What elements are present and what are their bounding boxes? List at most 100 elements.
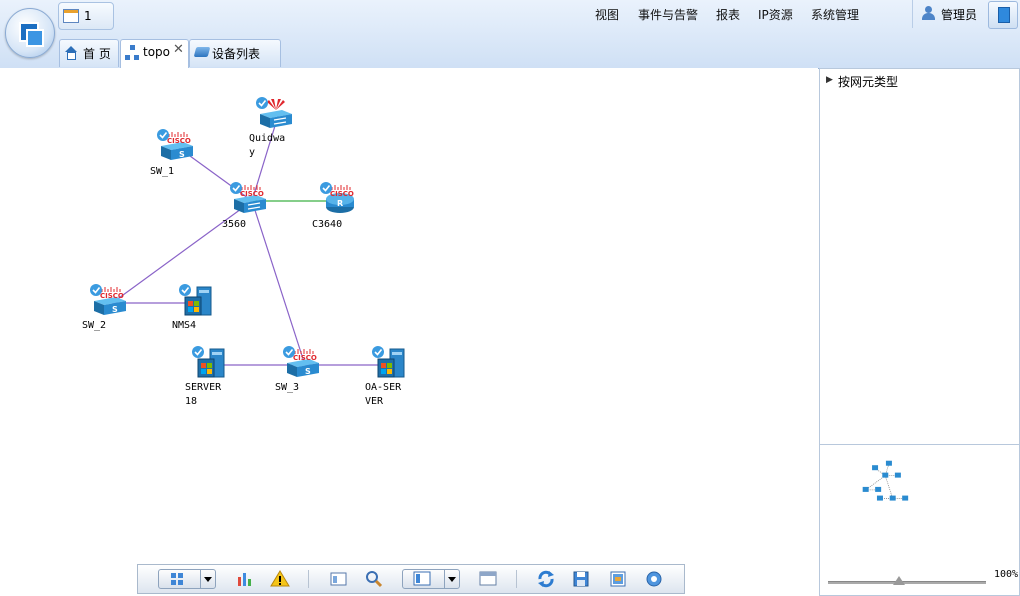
minimap-node bbox=[876, 495, 883, 501]
svg-text:CISCO: CISCO bbox=[167, 137, 191, 145]
minimap-node bbox=[875, 486, 882, 492]
zoom-slider[interactable] bbox=[828, 576, 986, 585]
status-ok-icon bbox=[230, 182, 242, 194]
minimap-node bbox=[902, 495, 909, 501]
device-node-server18[interactable] bbox=[192, 345, 232, 381]
server-icon bbox=[179, 284, 212, 316]
device-label: 3560 bbox=[222, 219, 247, 230]
status-ok-icon bbox=[372, 346, 384, 358]
device-node-c3560[interactable]: CISCO bbox=[230, 181, 270, 217]
view-icon bbox=[413, 571, 431, 586]
expand-arrow-icon[interactable]: ▶ bbox=[826, 75, 833, 85]
window-icon bbox=[479, 571, 497, 586]
tab-home[interactable]: 首 页 bbox=[59, 39, 119, 67]
user-menu[interactable]: 管理员 bbox=[912, 0, 985, 28]
device-node-sw1[interactable]: S CISCO bbox=[157, 128, 197, 164]
topology-canvas[interactable]: Quidwa y S CISCO SW_1 CISCO 3560 R CISCO C3640 S C… bbox=[0, 68, 818, 594]
router-icon: RCISCO bbox=[320, 182, 354, 213]
server-icon bbox=[192, 346, 225, 378]
exit-button[interactable] bbox=[988, 1, 1018, 29]
status-ok-icon bbox=[192, 346, 204, 358]
panel-button[interactable] bbox=[328, 569, 350, 589]
device-node-oaserver[interactable] bbox=[372, 345, 412, 381]
alarm-button[interactable] bbox=[269, 569, 291, 589]
app-logo[interactable] bbox=[5, 8, 55, 58]
search-button[interactable] bbox=[363, 569, 385, 589]
export-icon bbox=[610, 571, 626, 587]
svg-text:S: S bbox=[305, 367, 311, 376]
device-node-c3640[interactable]: R CISCO bbox=[320, 181, 360, 217]
view-dropdown[interactable] bbox=[402, 569, 460, 589]
huawei-logo bbox=[267, 99, 285, 110]
device-node-sw2[interactable]: S CISCO bbox=[90, 283, 130, 319]
server-icon bbox=[372, 346, 405, 378]
device-label: C3640 bbox=[312, 219, 343, 230]
toolbar-separator bbox=[308, 570, 309, 588]
cisco-logo: CISCO bbox=[167, 132, 191, 145]
minimap-link bbox=[884, 475, 894, 499]
layout-dropdown[interactable] bbox=[158, 569, 216, 589]
chevron-down-icon[interactable] bbox=[200, 570, 215, 588]
export-button[interactable] bbox=[607, 569, 629, 589]
chart-icon bbox=[238, 573, 251, 586]
chevron-down-icon[interactable] bbox=[444, 570, 459, 588]
topology-icon bbox=[125, 45, 139, 60]
minimap[interactable]: 100% bbox=[819, 444, 1020, 596]
svg-text:S: S bbox=[112, 305, 118, 314]
minimap-node bbox=[889, 495, 896, 501]
tab-device-list[interactable]: 设备列表 bbox=[189, 39, 281, 67]
device-node-nms4[interactable] bbox=[179, 283, 219, 319]
settings-button[interactable] bbox=[643, 569, 665, 589]
link-c3560-sw3[interactable] bbox=[251, 200, 306, 366]
status-ok-icon bbox=[283, 346, 295, 358]
switch-s-icon: S CISCO bbox=[90, 284, 126, 315]
settings-icon bbox=[646, 571, 662, 587]
svg-text:CISCO: CISCO bbox=[330, 190, 354, 198]
tab-home-label: 首 页 bbox=[83, 47, 111, 61]
minimap-node bbox=[885, 460, 892, 466]
chart-button[interactable] bbox=[234, 569, 256, 589]
tab-close-icon[interactable]: ✕ bbox=[173, 42, 184, 57]
status-ok-icon bbox=[256, 97, 268, 109]
minimap-node bbox=[872, 465, 879, 471]
topology-toolbar bbox=[137, 564, 685, 594]
home-icon bbox=[64, 46, 78, 60]
svg-text:S: S bbox=[179, 150, 185, 159]
device-label: NMS4 bbox=[172, 320, 197, 331]
svg-text:CISCO: CISCO bbox=[100, 292, 124, 300]
device-label: SW_3 bbox=[275, 382, 300, 393]
status-ok-icon bbox=[179, 284, 191, 296]
refresh-button[interactable] bbox=[535, 569, 557, 589]
device-node-sw3[interactable]: S CISCO bbox=[283, 345, 323, 381]
svg-text:CISCO: CISCO bbox=[240, 190, 264, 198]
cisco-logo: CISCO bbox=[330, 185, 354, 198]
menu-events-alarms[interactable]: 事件与告警 bbox=[638, 6, 698, 23]
menu-system-management[interactable]: 系统管理 bbox=[811, 6, 859, 23]
tab-topo[interactable]: topo ✕ bbox=[120, 39, 189, 68]
switch-s-icon: S CISCO bbox=[157, 129, 193, 160]
menu-view[interactable]: 视图 bbox=[595, 6, 619, 23]
menu-reports[interactable]: 报表 bbox=[716, 6, 740, 23]
switch-icon: CISCO bbox=[230, 182, 266, 213]
device-label: Quidwa y bbox=[249, 133, 286, 158]
user-name: 管理员 bbox=[941, 8, 978, 22]
status-ok-icon bbox=[90, 284, 102, 296]
tab-device-list-label: 设备列表 bbox=[212, 47, 261, 61]
zoom-level: 100% bbox=[994, 569, 1019, 580]
cisco-logo: CISCO bbox=[100, 287, 124, 300]
save-button[interactable] bbox=[570, 569, 592, 589]
zoom-slider-thumb[interactable] bbox=[893, 576, 905, 585]
cisco-logo: CISCO bbox=[293, 349, 317, 362]
message-icon bbox=[63, 9, 79, 23]
window-button[interactable] bbox=[477, 569, 499, 589]
message-indicator[interactable]: 1 bbox=[58, 2, 114, 30]
status-ok-icon bbox=[320, 182, 332, 194]
device-node-quidway[interactable] bbox=[256, 96, 296, 132]
menu-ip-resources[interactable]: IP资源 bbox=[758, 6, 793, 23]
filter-by-element-type[interactable]: 按网元类型 bbox=[838, 73, 898, 90]
search-icon bbox=[366, 571, 383, 588]
user-icon bbox=[922, 6, 935, 20]
minimap-node bbox=[862, 486, 869, 492]
cisco-logo: CISCO bbox=[240, 185, 264, 198]
filter-panel: ▶ 按网元类型 bbox=[819, 68, 1020, 445]
